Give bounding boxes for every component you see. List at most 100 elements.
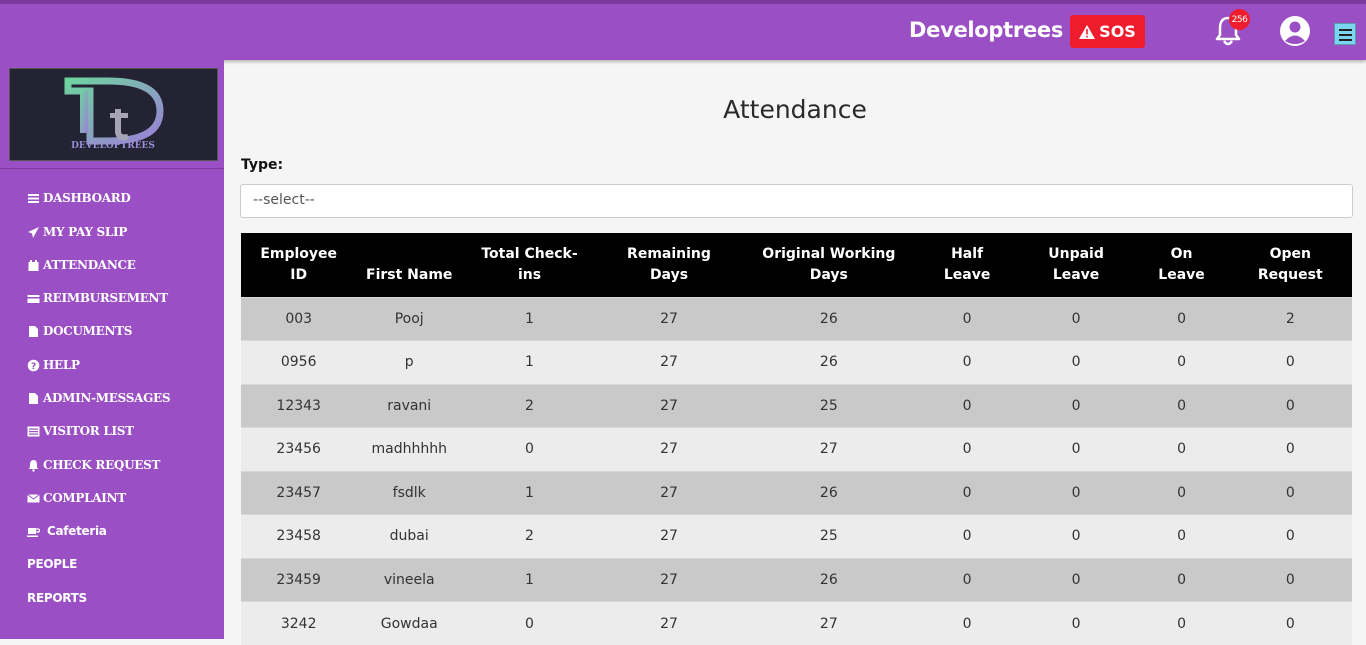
table-cell: 1: [462, 341, 597, 385]
table-cell: 23459: [241, 558, 356, 602]
table-cell: 0: [917, 515, 1018, 559]
table-cell: 2: [462, 384, 597, 428]
table-row[interactable]: 23456madhhhhh027270000: [241, 428, 1352, 472]
table-cell: 0: [917, 297, 1018, 341]
sidebar-item-attendance[interactable]: ATTENDANCE: [27, 258, 136, 272]
table-cell: 0: [1135, 471, 1229, 515]
page-title: Attendance: [224, 95, 1366, 124]
table-cell: 0: [462, 602, 597, 645]
table-cell: dubai: [356, 515, 462, 559]
column-header[interactable]: Original WorkingDays: [741, 233, 917, 297]
column-header-text: Leave: [944, 267, 990, 283]
paper-plane-icon: [27, 226, 40, 239]
table-cell: 0: [1135, 602, 1229, 645]
table-cell: 0: [1018, 384, 1135, 428]
type-select[interactable]: --select--: [240, 184, 1353, 218]
table-row[interactable]: 0956p127260000: [241, 341, 1352, 385]
sidebar-item-label: REIMBURSEMENT: [43, 291, 168, 305]
table-cell: 26: [741, 297, 917, 341]
bell-icon: [27, 459, 40, 472]
sidebar-item-check-request[interactable]: CHECK REQUEST: [27, 458, 160, 472]
table-cell: 26: [741, 471, 917, 515]
top-header-bar: Developtrees SOS 256: [0, 4, 1366, 60]
table-cell: 003: [241, 297, 356, 341]
sidebar-item-help[interactable]: ?HELP: [27, 358, 80, 372]
table-cell: 0: [1229, 602, 1352, 645]
credit-card-icon: [27, 292, 40, 305]
sos-button[interactable]: SOS: [1070, 15, 1145, 48]
column-header[interactable]: HalfLeave: [917, 233, 1018, 297]
sidebar-item-label: DASHBOARD: [43, 191, 131, 205]
table-row[interactable]: 23457fsdlk127260000: [241, 471, 1352, 515]
table-row[interactable]: 23458dubai227250000: [241, 515, 1352, 559]
sidebar-item-complaint[interactable]: COMPLAINT: [27, 491, 126, 505]
table-cell: 2: [1229, 297, 1352, 341]
table-cell: 25: [741, 384, 917, 428]
sidebar-item-label: ATTENDANCE: [43, 258, 136, 272]
column-header-text: ins: [518, 267, 541, 283]
sidebar-item-reports[interactable]: REPORTS: [27, 591, 87, 605]
column-header-text: First Name: [366, 267, 452, 283]
table-cell: 1: [462, 471, 597, 515]
column-header[interactable]: First Name: [356, 233, 462, 297]
table-cell: 23456: [241, 428, 356, 472]
warning-icon: [1079, 25, 1095, 39]
svg-text:?: ?: [31, 362, 36, 372]
table-header-row: EmployeeID First Name Total Check-insRemai…: [241, 233, 1352, 297]
sidebar-item-people[interactable]: PEOPLE: [27, 557, 77, 571]
column-header-text: Leave: [1158, 267, 1204, 283]
table-cell: 0: [1018, 341, 1135, 385]
sidebar-item-reimbursement[interactable]: REIMBURSEMENT: [27, 291, 168, 305]
bars-icon: [27, 192, 40, 205]
column-header-text: Original Working: [762, 246, 895, 262]
sidebar-item-visitor-list[interactable]: VISITOR LIST: [27, 424, 134, 438]
table-cell: 26: [741, 341, 917, 385]
table-cell: 0: [1018, 471, 1135, 515]
table-cell: Gowdaa: [356, 602, 462, 645]
sidebar-item-documents[interactable]: DOCUMENTS: [27, 324, 132, 338]
table-row[interactable]: 003Pooj127260002: [241, 297, 1352, 341]
table-cell: 0: [1135, 384, 1229, 428]
sidebar-item-label: DOCUMENTS: [43, 324, 132, 338]
table-cell: 0: [1135, 297, 1229, 341]
column-header[interactable]: EmployeeID: [241, 233, 356, 297]
column-header-text: Unpaid: [1048, 246, 1104, 262]
table-cell: fsdlk: [356, 471, 462, 515]
table-cell: 0: [1135, 558, 1229, 602]
table-cell: 0: [462, 428, 597, 472]
sidebar-item-admin-messages[interactable]: ADMIN-MESSAGES: [27, 391, 170, 405]
column-header[interactable]: OnLeave: [1135, 233, 1229, 297]
table-cell: 0: [1135, 341, 1229, 385]
table-cell: 2: [462, 515, 597, 559]
attendance-table: EmployeeID First Name Total Check-insRemai…: [241, 233, 1352, 645]
table-row[interactable]: 12343ravani227250000: [241, 384, 1352, 428]
table-cell: 26: [741, 558, 917, 602]
table-row[interactable]: 3242Gowdaa027270000: [241, 602, 1352, 645]
table-cell: 27: [597, 384, 741, 428]
table-cell: 0: [1018, 428, 1135, 472]
table-row[interactable]: 23459vineela127260000: [241, 558, 1352, 602]
table-cell: 25: [741, 515, 917, 559]
sidebar-item-cafeteria[interactable]: Cafeteria: [27, 524, 107, 538]
hamburger-menu-button[interactable]: [1334, 23, 1356, 45]
company-logo: DEVELOPTREES: [9, 68, 218, 161]
user-profile-icon[interactable]: [1280, 16, 1310, 46]
sos-label: SOS: [1099, 22, 1136, 41]
table-cell: p: [356, 341, 462, 385]
table-cell: 12343: [241, 384, 356, 428]
table-cell: 0: [1135, 428, 1229, 472]
column-header[interactable]: UnpaidLeave: [1018, 233, 1135, 297]
sidebar-item-label: Cafeteria: [47, 524, 107, 538]
sidebar-item-my-pay-slip[interactable]: MY PAY SLIP: [27, 225, 127, 239]
sidebar-item-dashboard[interactable]: DASHBOARD: [27, 191, 131, 205]
type-label: Type:: [241, 157, 283, 173]
brand-name: Developtrees: [909, 18, 1063, 42]
table-cell: 27: [597, 341, 741, 385]
column-header[interactable]: Total Check-ins: [462, 233, 597, 297]
column-header[interactable]: OpenRequest: [1229, 233, 1352, 297]
column-header[interactable]: RemainingDays: [597, 233, 741, 297]
table-cell: 27: [597, 297, 741, 341]
notification-count-badge: 256: [1229, 9, 1250, 30]
table-cell: 27: [741, 428, 917, 472]
logo-text: DEVELOPTREES: [71, 141, 155, 151]
